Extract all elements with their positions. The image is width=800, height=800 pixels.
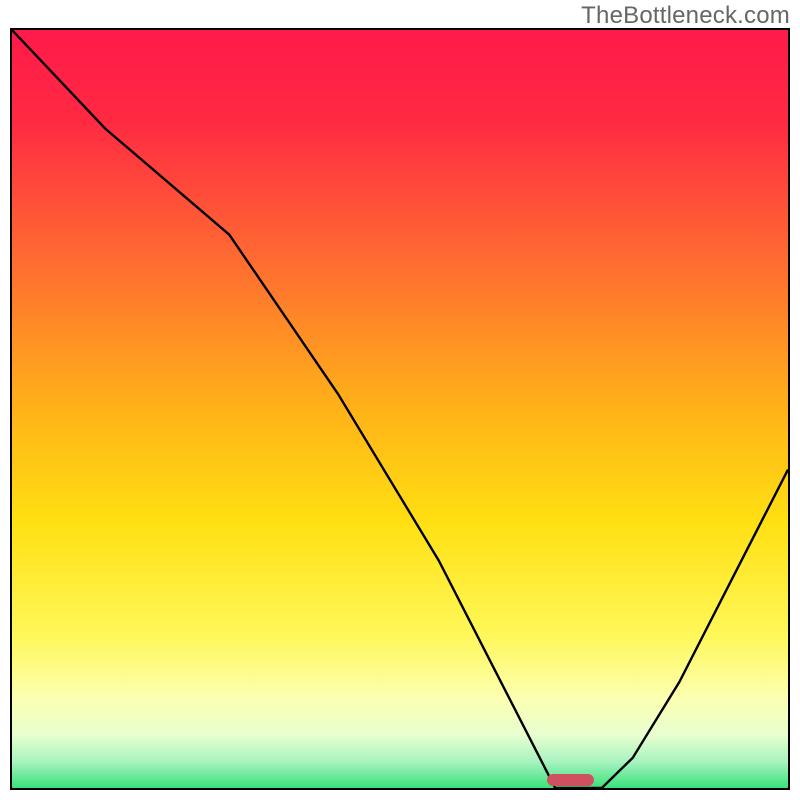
- watermark-text: TheBottleneck.com: [581, 2, 790, 30]
- chart-container: TheBottleneck.com: [0, 0, 800, 800]
- optimal-marker: [547, 774, 594, 786]
- bottleneck-curve: [12, 30, 788, 788]
- chart-frame: [10, 28, 790, 790]
